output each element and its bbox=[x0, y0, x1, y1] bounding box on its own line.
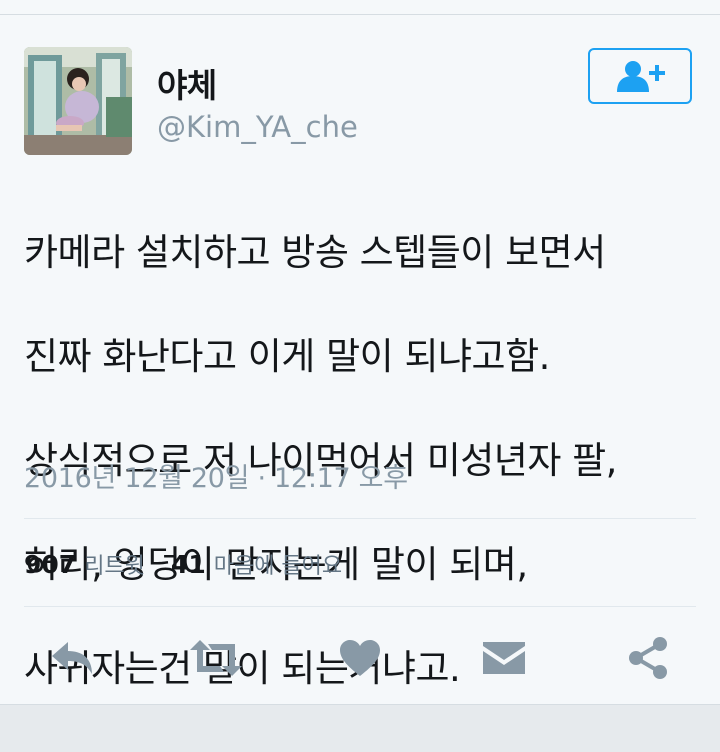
share-icon bbox=[629, 637, 667, 679]
bottom-bar bbox=[0, 704, 720, 752]
like-count[interactable]: 41 bbox=[171, 550, 206, 579]
username[interactable]: @Kim_YA_che bbox=[157, 110, 358, 144]
tweet-line: 진짜 화난다고 이게 말이 되냐고함. bbox=[24, 335, 550, 378]
retweet-label[interactable]: 리트윗 bbox=[84, 548, 145, 580]
top-divider bbox=[0, 0, 720, 15]
tweet-stats: 907 리트윗 41 마음에 들어요 bbox=[24, 548, 368, 580]
like-button[interactable] bbox=[332, 633, 388, 683]
tweet-card: 야체 @Kim_YA_che 카메라 설치하고 방송 스텝들이 보면서 진짜 화… bbox=[0, 15, 720, 704]
retweet-count[interactable]: 907 bbox=[24, 550, 76, 579]
share-button[interactable] bbox=[620, 633, 676, 683]
tweet-line: 카메라 설치하고 방송 스텝들이 보면서 bbox=[24, 231, 606, 274]
tweet-timestamp: 2016년 12월 20일 · 12:17 오후 bbox=[24, 463, 408, 494]
heart-icon bbox=[340, 640, 380, 676]
follow-button[interactable] bbox=[588, 48, 692, 104]
like-label[interactable]: 마음에 들어요 bbox=[214, 548, 342, 580]
add-user-icon bbox=[617, 61, 665, 92]
display-name[interactable]: 야체 bbox=[157, 59, 217, 107]
reply-button[interactable] bbox=[44, 633, 100, 683]
avatar-image bbox=[24, 47, 132, 155]
divider bbox=[24, 606, 696, 607]
action-bar bbox=[0, 633, 720, 683]
message-icon bbox=[483, 642, 525, 674]
avatar[interactable] bbox=[24, 47, 132, 155]
retweet-icon bbox=[190, 640, 242, 676]
retweet-button[interactable] bbox=[188, 633, 244, 683]
message-button[interactable] bbox=[476, 633, 532, 683]
reply-icon bbox=[52, 642, 92, 674]
divider bbox=[24, 518, 696, 519]
